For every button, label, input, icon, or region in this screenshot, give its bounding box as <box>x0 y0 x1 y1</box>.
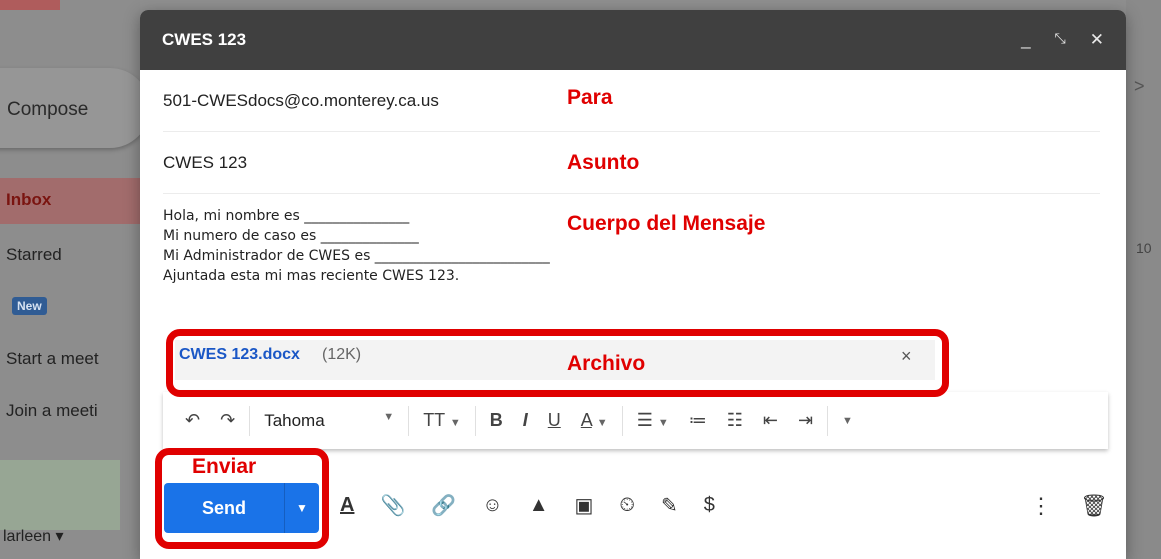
body-line: Mi numero de caso es ______________ <box>163 228 419 244</box>
formatting-options-icon[interactable]: A <box>340 494 354 517</box>
more-formatting-icon[interactable]: ▼ <box>832 415 863 427</box>
font-name: Tahoma <box>264 410 325 430</box>
sidebar-item-inbox-label: Inbox <box>6 190 52 209</box>
annotation-para: Para <box>567 86 613 109</box>
annotation-cuerpo: Cuerpo del Mensaje <box>567 212 766 235</box>
body-line: Hola, mi nombre es _______________ <box>163 208 410 224</box>
undo-icon[interactable]: ↶ <box>175 410 210 431</box>
trash-icon[interactable]: 🗑 <box>1080 493 1108 519</box>
compose-actions: A 📎 🔗 ☺ ▲ ▣ ⏲ ✎ $ <box>340 493 715 518</box>
indent-more-icon[interactable]: ⇥ <box>788 410 823 431</box>
toolbar-divider <box>621 405 623 436</box>
toolbar-divider <box>408 405 410 436</box>
font-size-icon[interactable]: TT ▼ <box>413 410 471 431</box>
confidential-mode-icon[interactable]: ⏲ <box>619 494 635 517</box>
insert-link-icon[interactable]: 🔗 <box>431 493 456 518</box>
more-options-icon[interactable]: ⋮ <box>1030 493 1052 519</box>
annotation-box-archivo <box>166 329 949 397</box>
toolbar-divider <box>474 405 476 436</box>
insert-photo-icon[interactable]: ▣ <box>574 493 593 518</box>
emoji-icon[interactable]: ☺ <box>482 494 502 517</box>
to-field[interactable]: 501-CWESdocs@co.monterey.ca.us <box>163 70 1100 132</box>
hangouts-background-fragment <box>0 460 120 530</box>
chevron-down-icon: ▼ <box>383 410 395 423</box>
compose-button-label: Compose <box>7 99 89 120</box>
attach-file-icon[interactable]: 📎 <box>380 493 405 518</box>
body-line: Mi Administrador de CWES es ____________… <box>163 248 550 264</box>
hangouts-user-label[interactable]: larleen ▾ <box>3 526 64 546</box>
signature-icon[interactable]: ✎ <box>661 493 678 518</box>
gmail-logo-fragment <box>0 0 60 10</box>
italic-button[interactable]: I <box>513 410 538 431</box>
annotation-asunto: Asunto <box>567 151 640 174</box>
compose-actions-right: ⋮ 🗑 <box>1030 493 1108 519</box>
annotation-box-enviar <box>155 448 329 549</box>
sidebar-item-starred[interactable]: Starred <box>6 245 62 265</box>
minimize-icon[interactable]: _ <box>1021 30 1030 50</box>
numbered-list-icon[interactable]: ≔ <box>679 410 717 431</box>
toolbar-divider <box>249 405 251 436</box>
message-list-fragment: 10 <box>1136 240 1152 256</box>
close-icon[interactable]: ✕ <box>1090 30 1104 50</box>
compose-title: CWES 123 <box>162 30 247 49</box>
font-selector[interactable]: Tahoma ▼ <box>254 411 404 431</box>
to-recipient: 501-CWESdocs@co.monterey.ca.us <box>163 91 439 110</box>
message-body[interactable]: Hola, mi nombre es _______________ Mi num… <box>163 206 550 286</box>
exit-fullscreen-icon[interactable]: ⤡ <box>1055 30 1066 50</box>
new-badge: New <box>12 297 47 315</box>
body-line: Ajuntada esta mi mas reciente CWES 123. <box>163 268 460 284</box>
redo-icon[interactable]: ↷ <box>210 410 245 431</box>
formatting-toolbar: ↶ ↷ Tahoma ▼ TT ▼ B I U A ▼ ☰ ▼ ≔ ☷ ⇤ ⇥ … <box>163 392 1108 449</box>
subject-value: CWES 123 <box>163 153 248 172</box>
bulleted-list-icon[interactable]: ☷ <box>717 410 753 431</box>
toolbar-divider <box>827 405 829 436</box>
chevron-right-icon[interactable]: > <box>1134 76 1145 97</box>
compose-titlebar[interactable]: CWES 123 _ ⤡ ✕ <box>140 10 1126 70</box>
sidebar-item-join-meeting[interactable]: Join a meeti <box>6 401 98 421</box>
bold-button[interactable]: B <box>480 410 513 431</box>
underline-button[interactable]: U <box>538 410 571 431</box>
align-icon[interactable]: ☰ ▼ <box>627 410 679 431</box>
dollar-icon[interactable]: $ <box>704 494 715 517</box>
indent-less-icon[interactable]: ⇤ <box>753 410 788 431</box>
sidebar-item-start-meeting[interactable]: Start a meet <box>6 349 99 369</box>
text-color-button[interactable]: A ▼ <box>571 410 618 431</box>
google-drive-icon[interactable]: ▲ <box>529 494 549 517</box>
